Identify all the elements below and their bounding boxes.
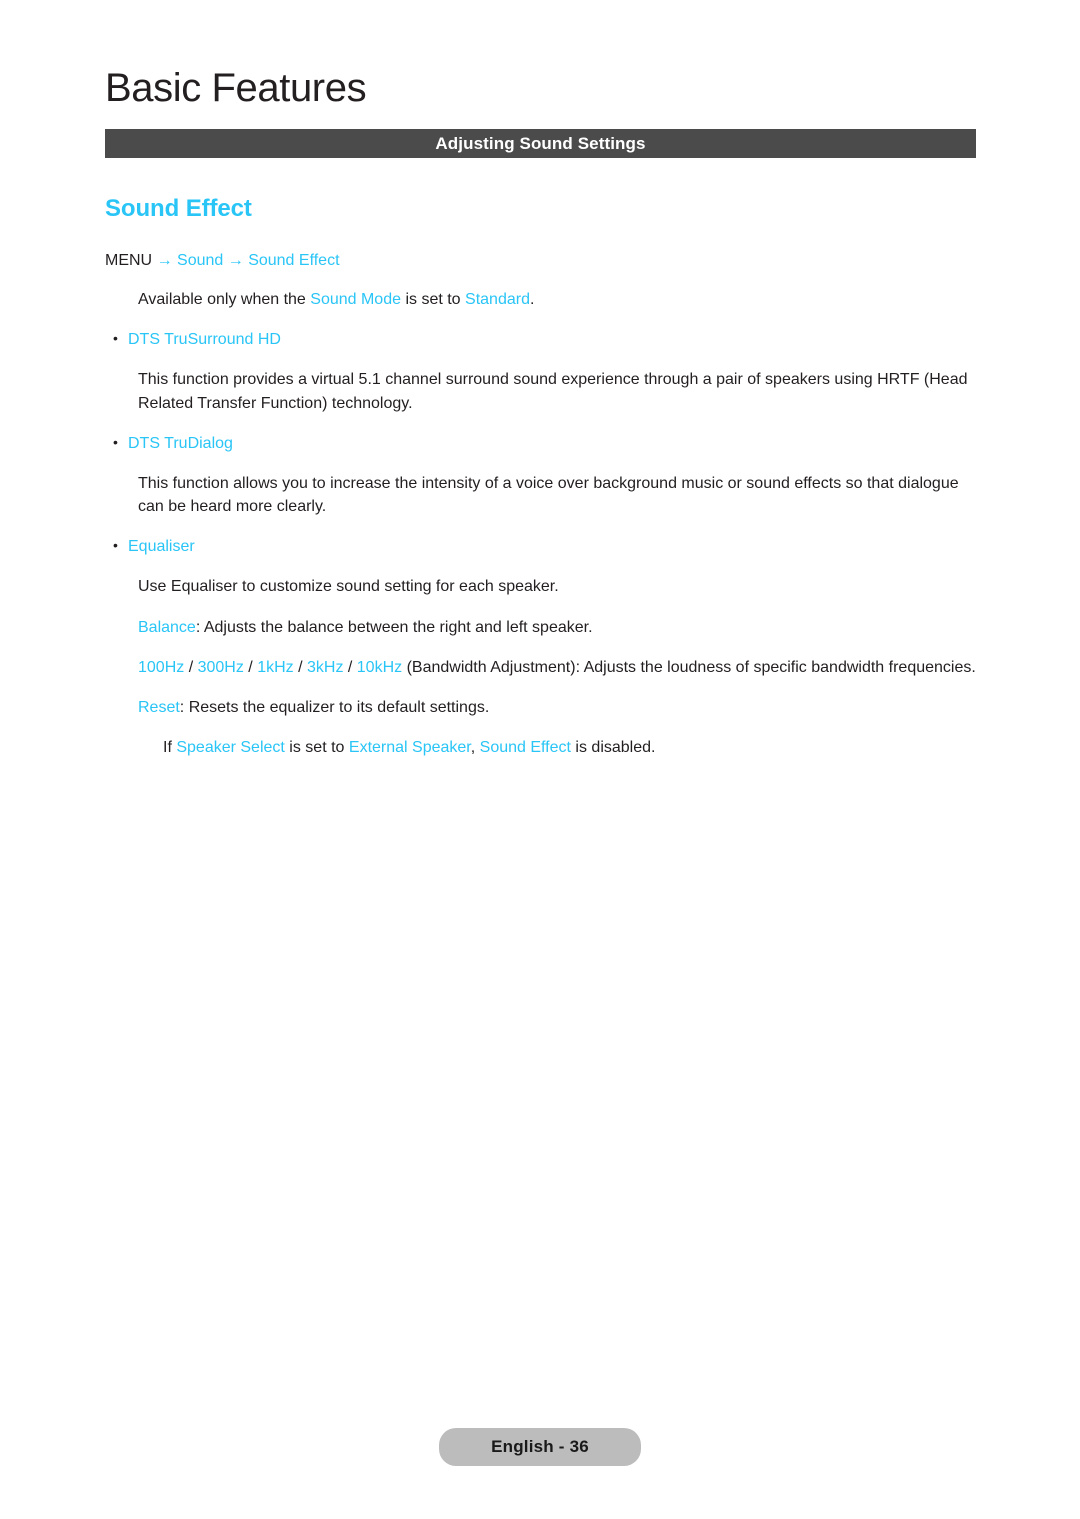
setting-term-100hz: 100Hz <box>138 658 185 676</box>
page-footer: English - 36 <box>0 1428 1080 1466</box>
setting-desc-balance: : Adjusts the balance between the right … <box>195 618 593 636</box>
setting-desc-bandwidth: (Bandwidth Adjustment): Adjusts the loud… <box>402 658 976 676</box>
note-term-sound-effect: Sound Effect <box>479 739 571 757</box>
speaker-select-note: If Speaker Select is set to External Spe… <box>163 736 976 759</box>
equaliser-balance-setting: Balance: Adjusts the balance between the… <box>138 616 976 639</box>
equaliser-bandwidth-setting: 100Hz / 300Hz / 1kHz / 3kHz / 10kHz (Ban… <box>138 656 976 679</box>
setting-term-1khz: 1kHz <box>257 658 294 676</box>
menu-path-breadcrumb: MENU → Sound → Sound Effect <box>105 250 976 272</box>
chevron-right-icon-2: → <box>227 252 244 270</box>
page-title: Sound Effect <box>105 195 252 222</box>
availability-note: Available only when the Sound Mode is se… <box>138 288 976 311</box>
equaliser-reset-setting: Reset: Resets the equalizer to its defau… <box>138 696 976 719</box>
availability-pre: Available only when the <box>138 290 311 308</box>
note-mid-2: , <box>470 739 480 757</box>
list-item-body: This function allows you to increase the… <box>138 474 959 516</box>
setting-desc-reset: : Resets the equalizer to its default se… <box>179 699 490 717</box>
note-post: is disabled. <box>570 739 656 757</box>
setting-term-reset: Reset <box>138 699 180 717</box>
list-item-body: This function provides a virtual 5.1 cha… <box>138 371 968 412</box>
menu-path-level-2: Sound Effect <box>248 252 340 270</box>
list-item: • Equaliser <box>113 535 976 558</box>
menu-path-root: MENU <box>105 252 153 270</box>
list-item-label: Equaliser <box>128 538 195 556</box>
separator-2: / <box>243 658 258 676</box>
chevron-right-icon: → <box>156 252 173 270</box>
note-pre: If <box>163 739 177 757</box>
note-mid-1: is set to <box>284 739 349 757</box>
note-term-external-speaker: External Speaker <box>348 739 471 757</box>
menu-path-level-1: Sound <box>177 252 224 270</box>
setting-term-3khz: 3kHz <box>306 658 344 676</box>
bullet-icon: • <box>113 330 118 347</box>
separator-1: / <box>184 658 198 676</box>
availability-term-standard: Standard <box>465 290 530 308</box>
bullet-icon: • <box>113 433 118 450</box>
chapter-title: Basic Features <box>105 66 367 110</box>
list-item: • DTS TruSurround HD <box>113 328 976 351</box>
bullet-icon: • <box>113 537 118 554</box>
availability-term-sound-mode: Sound Mode <box>310 290 401 308</box>
list-item-label: DTS TruSurround HD <box>128 331 281 349</box>
section-header-bar: Adjusting Sound Settings <box>105 129 976 158</box>
section-header-label: Adjusting Sound Settings <box>435 133 646 153</box>
manual-page: Basic Features Adjusting Sound Settings … <box>0 0 1080 1519</box>
content-column: Sound Effect MENU → Sound → Sound Effect… <box>105 195 976 776</box>
list-item-label: DTS TruDialog <box>128 434 233 452</box>
page-number-badge: English - 36 <box>439 1428 641 1466</box>
setting-term-10khz: 10kHz <box>356 658 403 676</box>
availability-mid: is set to <box>401 290 466 308</box>
list-item: • DTS TruDialog <box>113 432 976 455</box>
availability-post: . <box>529 290 535 308</box>
list-item-body: Use Equaliser to customize sound setting… <box>138 578 559 596</box>
separator-3: / <box>293 658 307 676</box>
separator-4: / <box>343 658 357 676</box>
note-term-speaker-select: Speaker Select <box>176 739 285 757</box>
setting-term-300hz: 300Hz <box>197 658 244 676</box>
setting-term-balance: Balance <box>138 618 196 636</box>
